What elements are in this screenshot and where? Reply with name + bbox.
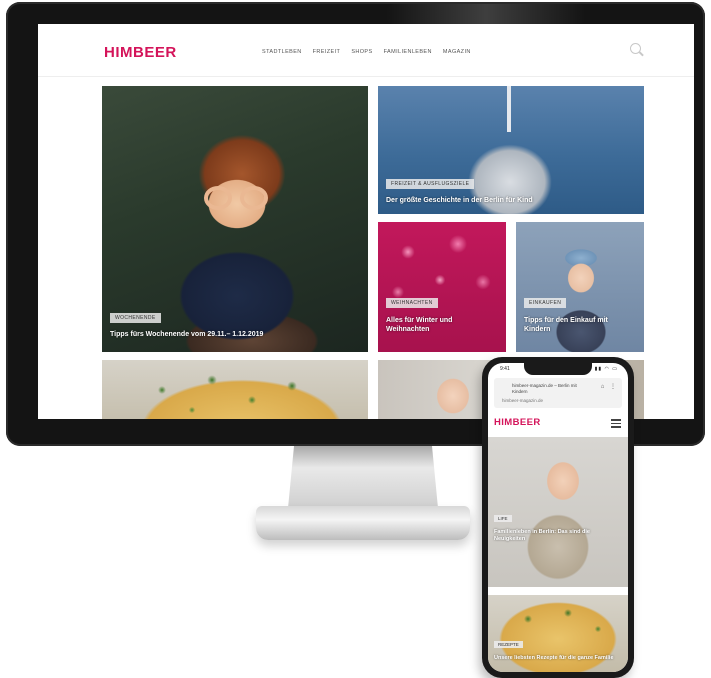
nav-item-familienleben[interactable]: FAMILIENLEBEN	[384, 49, 432, 55]
nav-item-stadtleben[interactable]: STADTLEBEN	[262, 49, 302, 55]
tv-tower-spire	[507, 86, 511, 132]
mobile-site-logo[interactable]: HIMBEER	[494, 417, 541, 428]
browser-menu-icons[interactable]: ⌂ ⋮	[601, 383, 618, 390]
monitor-stand-neck	[288, 446, 438, 508]
hamburger-menu-icon[interactable]	[611, 419, 621, 428]
card-title[interactable]: Alles für Winter und Weihnachten	[386, 316, 496, 334]
mobile-hero-card[interactable]: LIFE Familienleben in Berlin: Das sind d…	[488, 437, 628, 587]
hand-ring-left	[204, 186, 232, 210]
monitor-stand-base	[256, 506, 470, 540]
search-icon[interactable]	[630, 43, 641, 54]
hand-ring-right	[240, 186, 268, 210]
nav-item-freizeit[interactable]: FREIZEIT	[313, 49, 341, 55]
card-kicker[interactable]: WEIHNACHTEN	[386, 298, 438, 308]
mobile-card-title[interactable]: Familienleben in Berlin: Das sind die Ne…	[494, 529, 614, 543]
mobile-card-kicker[interactable]: REZEPTE	[494, 641, 523, 648]
smartphone: 9:41 ▮▮ ◠ ▭ himbeer-magazin.de – Berlin …	[482, 357, 634, 678]
card-kicker[interactable]: EINKAUFEN	[524, 298, 567, 308]
browser-url[interactable]: himbeer-magazin.de – Berlin mit Kindern	[512, 383, 592, 395]
browser-address-bar[interactable]: himbeer-magazin.de – Berlin mit Kindern …	[494, 378, 622, 408]
article-card-christmas[interactable]: WEIHNACHTEN Alles für Winter und Weihnac…	[378, 222, 506, 352]
card-kicker[interactable]: WOCHENENDE	[110, 313, 161, 323]
article-card-tv-tower[interactable]: FREIZEIT & AUSFLUGSZIELE Der größte Gesc…	[378, 86, 644, 214]
main-nav: STADTLEBEN FREIZEIT SHOPS FAMILIENLEBEN …	[262, 49, 471, 55]
phone-notch	[524, 363, 592, 375]
status-time: 9:41	[500, 366, 510, 372]
site-header: HIMBEER STADTLEBEN FREIZEIT SHOPS FAMILI…	[38, 24, 694, 77]
nav-item-shops[interactable]: SHOPS	[351, 49, 372, 55]
card-kicker[interactable]: FREIZEIT & AUSFLUGSZIELE	[386, 179, 475, 189]
article-card-shopping[interactable]: EINKAUFEN Tipps für den Einkauf mit Kind…	[516, 222, 644, 352]
card-title[interactable]: Tipps fürs Wochenende vom 29.11.– 1.12.2…	[110, 330, 350, 339]
site-logo[interactable]: HIMBEER	[104, 44, 177, 61]
mobile-card-kicker[interactable]: LIFE	[494, 515, 512, 522]
status-icons: ▮▮ ◠ ▭	[594, 366, 618, 372]
monitor-reflection	[386, 4, 586, 24]
article-card-quiche[interactable]	[102, 360, 368, 419]
article-card-weekend[interactable]: WOCHENENDE Tipps fürs Wochenende vom 29.…	[102, 86, 368, 352]
card-title[interactable]: Tipps für den Einkauf mit Kindern	[524, 316, 636, 334]
phone-screen: 9:41 ▮▮ ◠ ▭ himbeer-magazin.de – Berlin …	[488, 363, 628, 672]
nav-item-magazin[interactable]: MAGAZIN	[443, 49, 471, 55]
mobile-card-title[interactable]: Unsere liebsten Rezepte für die ganze Fa…	[494, 655, 618, 662]
card-title[interactable]: Der größte Geschichte in der Berlin für …	[386, 196, 626, 205]
mobile-recipe-card[interactable]: REZEPTE Unsere liebsten Rezepte für die …	[488, 595, 628, 672]
browser-tab[interactable]: himbeer-magazin.de	[502, 398, 543, 403]
